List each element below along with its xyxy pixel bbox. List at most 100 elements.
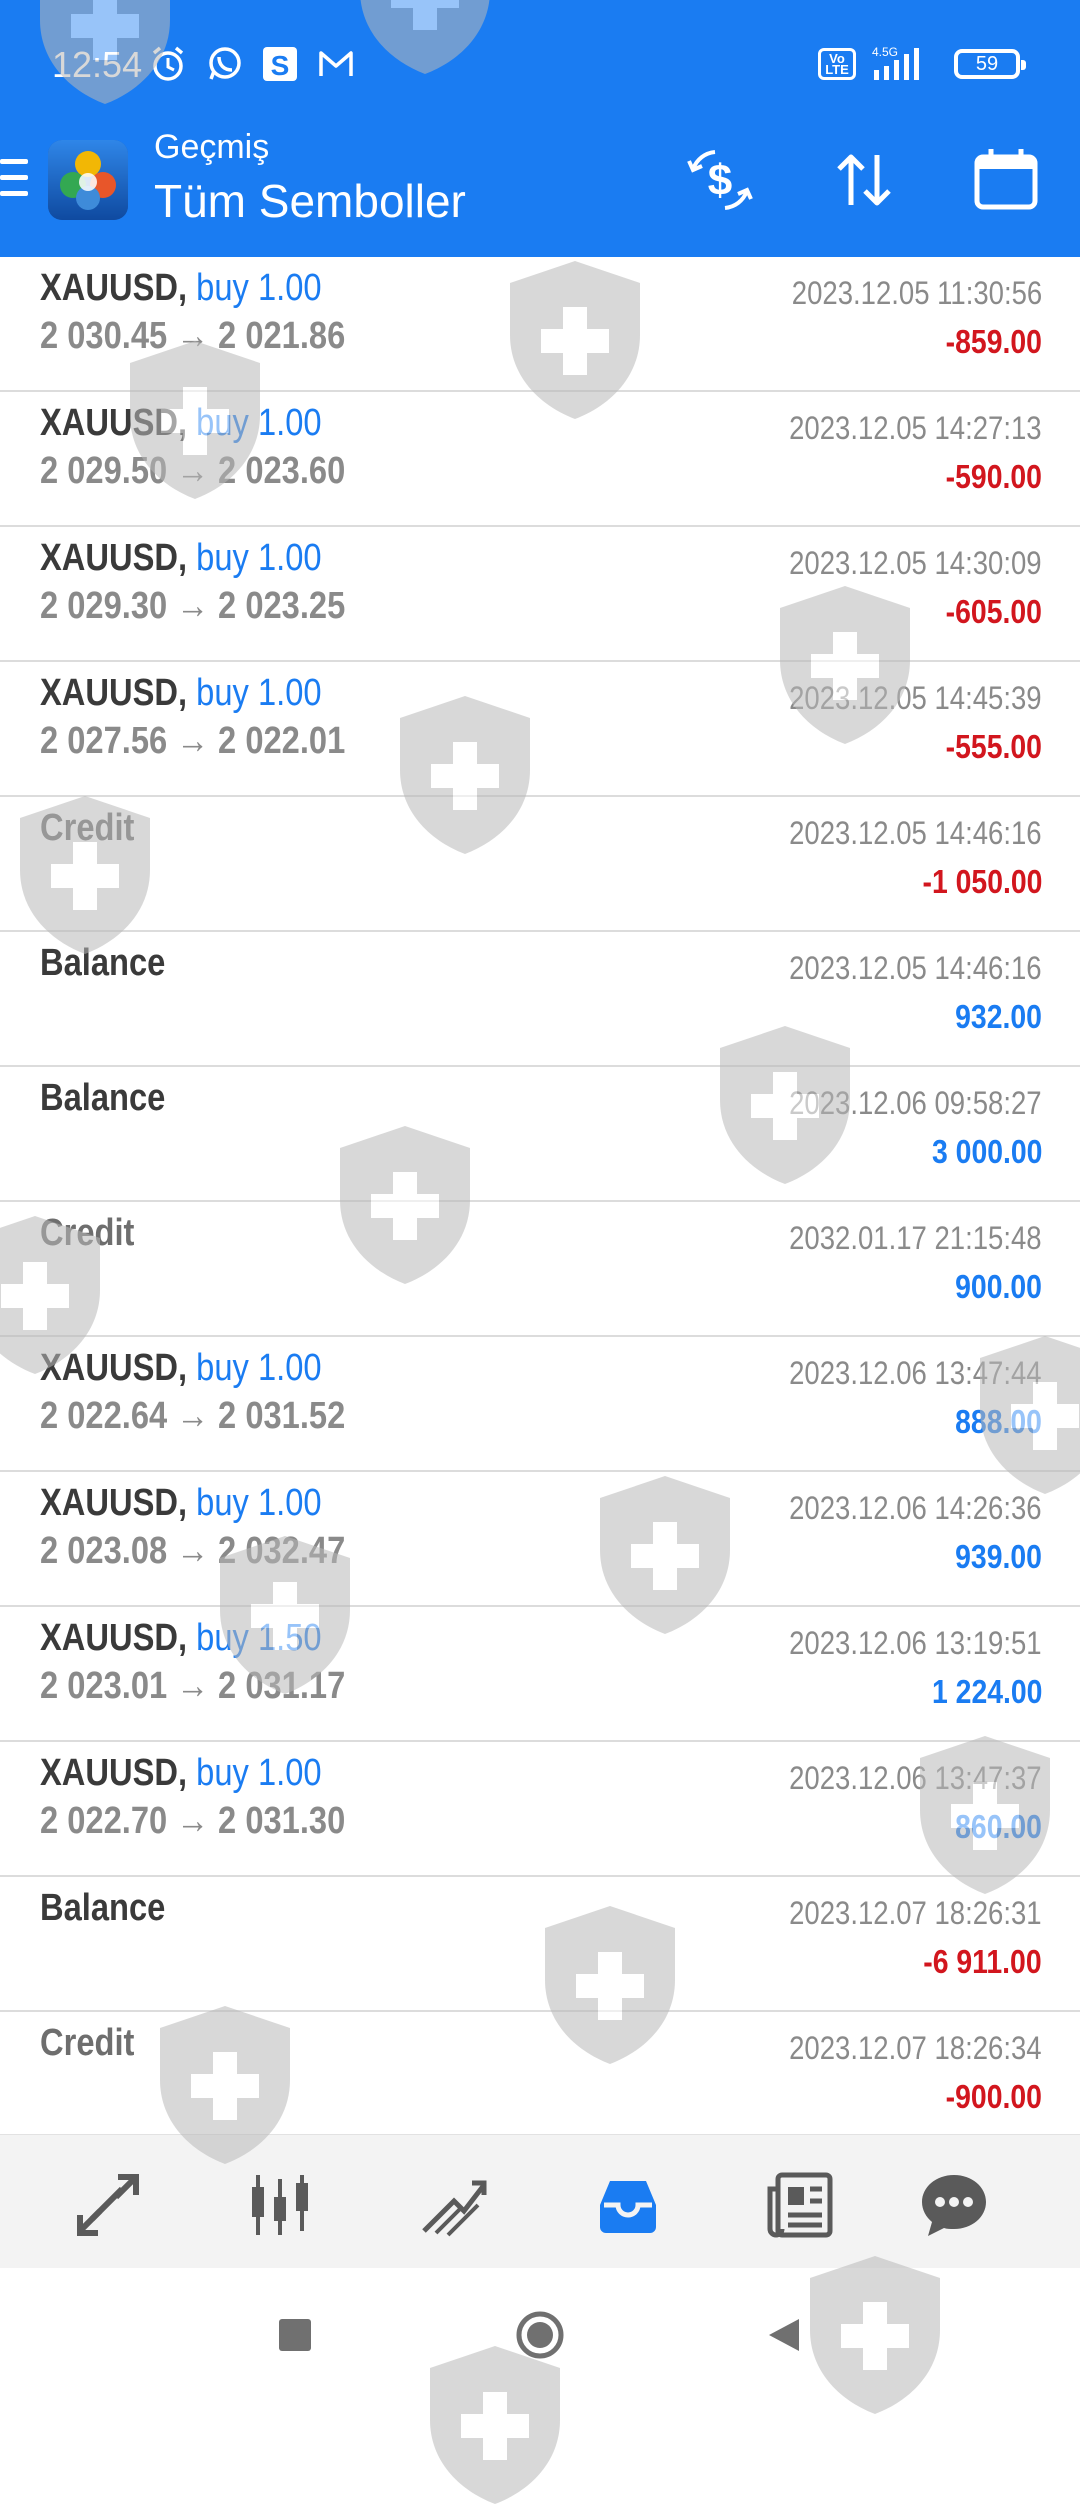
tab-charts[interactable] — [240, 2165, 320, 2245]
trade-title: XAUUSD, buy 1.00 — [40, 1482, 322, 1525]
trade-side-label: buy 1.00 — [196, 402, 322, 444]
calendar-icon — [974, 149, 1038, 210]
symbol-label: XAUUSD, — [40, 537, 188, 579]
sort-button[interactable] — [826, 142, 902, 218]
page-title[interactable]: Tüm Semboller — [154, 174, 466, 228]
operation-label: Credit — [40, 1212, 135, 1254]
chart-icon — [252, 2175, 308, 2235]
open-price: 2 023.08 — [40, 1530, 168, 1572]
operation-label: Credit — [40, 2022, 135, 2064]
quotes-icon — [77, 2174, 139, 2236]
operation-row[interactable]: Credit 2023.12.05 14:46:16 -1 050.00 — [0, 797, 1080, 932]
row-profit: 900.00 — [955, 1268, 1042, 1305]
trade-row[interactable]: XAUUSD, buy 1.00 2 029.50 → 2 023.60 2023.… — [0, 392, 1080, 527]
row-datetime: 2023.12.06 13:19:51 — [789, 1625, 1042, 1661]
menu-icon[interactable] — [0, 159, 28, 203]
dollar-exchange-icon: $ — [687, 150, 753, 210]
skype-icon: S — [260, 44, 300, 84]
trade-title: XAUUSD, buy 1.00 — [40, 537, 322, 580]
app-logo — [48, 140, 128, 220]
recents-button[interactable] — [270, 2310, 320, 2360]
open-price: 2 029.30 — [40, 585, 168, 627]
symbol-label: XAUUSD, — [40, 1482, 188, 1524]
price-range: 2 022.70 → 2 031.30 — [40, 1800, 346, 1842]
row-datetime: 2023.12.07 18:26:31 — [789, 1895, 1042, 1931]
network-type: 4.5G — [872, 45, 898, 59]
tab-trade[interactable] — [414, 2165, 494, 2245]
trade-row[interactable]: XAUUSD, buy 1.50 2 023.01 → 2 031.17 2023.… — [0, 1607, 1080, 1742]
history-icon — [600, 2181, 656, 2233]
close-price: 2 031.30 — [218, 1800, 346, 1842]
operation-row[interactable]: Credit 2023.12.07 18:26:34 -900.00 — [0, 2012, 1080, 2134]
row-profit: 932.00 — [955, 998, 1042, 1035]
symbol-label: XAUUSD, — [40, 402, 188, 444]
price-range: 2 029.30 → 2 023.25 — [40, 585, 346, 627]
tab-quotes[interactable] — [68, 2165, 148, 2245]
open-price: 2 030.45 — [40, 315, 168, 357]
trade-row[interactable]: XAUUSD, buy 1.00 2 027.56 → 2 022.01 2023.… — [0, 662, 1080, 797]
home-button[interactable] — [515, 2310, 565, 2360]
svg-text:$: $ — [708, 156, 732, 205]
trade-side-label: buy 1.00 — [196, 672, 322, 714]
trade-row[interactable]: XAUUSD, buy 1.00 2 030.45 → 2 021.86 2023.… — [0, 257, 1080, 392]
battery-icon: 59 — [954, 49, 1026, 79]
chat-icon — [922, 2175, 986, 2236]
app-header: 12:54 S Vo LTE 4.5G 59 Geçmiş Tüm Sembol… — [0, 0, 1080, 257]
row-datetime: 2023.12.05 14:30:09 — [789, 545, 1042, 581]
tab-chat[interactable] — [914, 2165, 994, 2245]
whatsapp-icon — [204, 44, 244, 84]
price-range: 2 023.01 → 2 031.17 — [40, 1665, 346, 1707]
trade-icon — [422, 2180, 487, 2237]
price-range: 2 022.64 → 2 031.52 — [40, 1395, 346, 1437]
trade-side-label: buy 1.00 — [196, 267, 322, 309]
page-subtitle: Geçmiş — [154, 128, 270, 166]
trade-side-label: buy 1.00 — [196, 537, 322, 579]
trade-row[interactable]: XAUUSD, buy 1.00 2 022.64 → 2 031.52 2023.… — [0, 1337, 1080, 1472]
back-button[interactable] — [760, 2310, 810, 2360]
trade-row[interactable]: XAUUSD, buy 1.00 2 022.70 → 2 031.30 2023.… — [0, 1742, 1080, 1877]
sort-icon — [837, 154, 891, 206]
period-button[interactable] — [968, 142, 1044, 218]
operation-row[interactable]: Credit 2032.01.17 21:15:48 900.00 — [0, 1202, 1080, 1337]
symbol-label: XAUUSD, — [40, 1347, 188, 1389]
row-datetime: 2032.01.17 21:15:48 — [789, 1220, 1042, 1256]
row-datetime: 2023.12.06 14:26:36 — [789, 1490, 1042, 1526]
row-datetime: 2023.12.05 14:46:16 — [789, 950, 1042, 986]
row-profit: -6 911.00 — [923, 1943, 1042, 1980]
row-profit: -555.00 — [945, 728, 1042, 765]
row-profit: 860.00 — [955, 1808, 1042, 1845]
circle-icon — [516, 2311, 564, 2359]
row-profit: 888.00 — [955, 1403, 1042, 1440]
operation-label: Credit — [40, 807, 135, 849]
price-range: 2 027.56 → 2 022.01 — [40, 720, 346, 762]
trade-row[interactable]: XAUUSD, buy 1.00 2 029.30 → 2 023.25 2023.… — [0, 527, 1080, 662]
system-indicators: Vo LTE 4.5G 59 — [818, 44, 1026, 84]
trade-title: XAUUSD, buy 1.00 — [40, 267, 322, 310]
close-price: 2 021.86 — [218, 315, 346, 357]
svg-text:S: S — [271, 50, 290, 81]
operation-row[interactable]: Balance 2023.12.06 09:58:27 3 000.00 — [0, 1067, 1080, 1202]
trade-side-label: buy 1.00 — [196, 1752, 322, 1794]
trade-title: XAUUSD, buy 1.00 — [40, 1347, 322, 1390]
operation-row[interactable]: Balance 2023.12.07 18:26:31 -6 911.00 — [0, 1877, 1080, 2012]
close-price: 2 031.52 — [218, 1395, 346, 1437]
trade-row[interactable]: XAUUSD, buy 1.00 2 023.08 → 2 032.47 2023.… — [0, 1472, 1080, 1607]
open-price: 2 023.01 — [40, 1665, 168, 1707]
row-profit: -590.00 — [945, 458, 1042, 495]
tab-history[interactable] — [588, 2165, 668, 2245]
open-price: 2 022.64 — [40, 1395, 168, 1437]
operation-row[interactable]: Balance 2023.12.05 14:46:16 932.00 — [0, 932, 1080, 1067]
tab-news[interactable] — [760, 2165, 840, 2245]
deposit-withdraw-button[interactable]: $ — [682, 142, 758, 218]
price-range: 2 030.45 → 2 021.86 — [40, 315, 346, 357]
signal-icon: 4.5G — [872, 45, 919, 80]
row-datetime: 2023.12.06 13:47:37 — [789, 1760, 1042, 1796]
open-price: 2 022.70 — [40, 1800, 168, 1842]
gmail-icon — [316, 44, 356, 84]
trade-side-label: buy 1.00 — [196, 1482, 322, 1524]
volte-icon: Vo LTE — [818, 48, 856, 80]
symbol-label: XAUUSD, — [40, 267, 188, 309]
symbol-label: XAUUSD, — [40, 1752, 188, 1794]
close-price: 2 032.47 — [218, 1530, 346, 1572]
trade-title: XAUUSD, buy 1.00 — [40, 402, 322, 445]
